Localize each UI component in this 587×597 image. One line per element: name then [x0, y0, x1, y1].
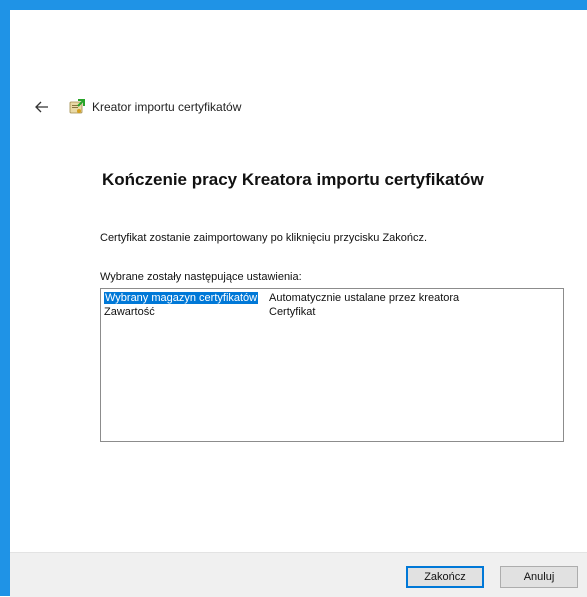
settings-row[interactable]: Wybrany magazyn certyfikatów Automatyczn… — [103, 291, 561, 305]
window-title: Kreator importu certyfikatów — [92, 100, 242, 114]
setting-name-text: Wybrany magazyn certyfikatów — [104, 292, 259, 304]
settings-row[interactable]: Zawartość Certyfikat — [103, 305, 561, 319]
left-arrow-icon — [35, 101, 48, 113]
setting-name: Zawartość — [103, 306, 268, 318]
cancel-button[interactable]: Anuluj — [500, 566, 578, 588]
setting-value: Automatycznie ustalane przez kreatora — [269, 292, 460, 304]
certificate-import-icon — [69, 99, 85, 114]
setting-name-text: Zawartość — [104, 306, 155, 318]
setting-name: Wybrany magazyn certyfikatów — [103, 292, 268, 304]
wizard-titlebar: Kreator importu certyfikatów — [32, 96, 241, 118]
info-text: Certyfikat zostanie zaimportowany po kli… — [100, 232, 428, 244]
settings-label: Wybrane zostały następujące ustawienia: — [100, 271, 302, 283]
setting-value: Certyfikat — [269, 306, 316, 318]
settings-list[interactable]: Wybrany magazyn certyfikatów Automatyczn… — [100, 288, 564, 442]
wizard-window: Kreator importu certyfikatów Kończenie p… — [0, 0, 587, 596]
page-title: Kończenie pracy Kreatora importu certyfi… — [102, 170, 484, 189]
finish-button[interactable]: Zakończ — [406, 566, 484, 588]
button-bar: Zakończ Anuluj — [10, 552, 587, 597]
back-button[interactable] — [32, 97, 52, 117]
